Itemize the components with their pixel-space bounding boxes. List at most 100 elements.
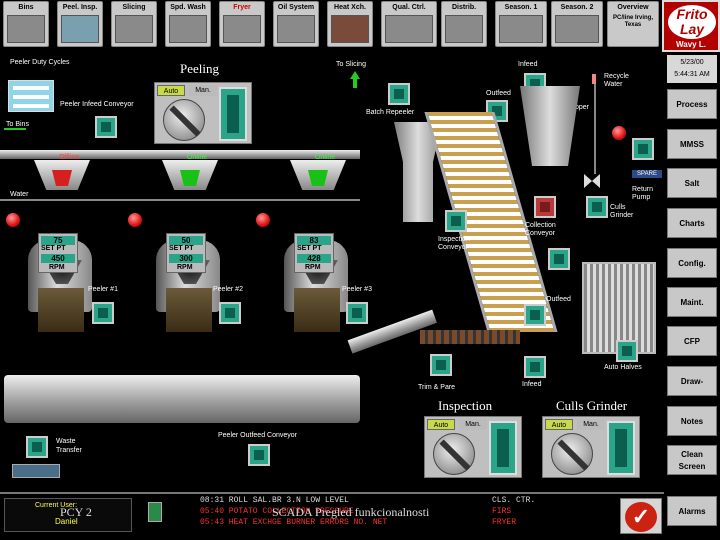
inspection-start-button[interactable]: [489, 421, 517, 475]
nav-season-1-button[interactable]: Season. 1: [495, 1, 547, 47]
bins-thumbnail: [7, 15, 45, 43]
nav-bins-button[interactable]: Bins: [3, 1, 49, 47]
nav-heat-xch-button[interactable]: Heat Xch.: [327, 1, 373, 47]
valve-indicator[interactable]: [128, 213, 142, 227]
return-pump-label: Return Pump: [632, 186, 654, 201]
valve-indicator[interactable]: [6, 213, 20, 227]
peeler-2-label: Peeler #2: [213, 286, 243, 293]
logo-line1: Frito: [676, 6, 708, 22]
batch-repeeler-button[interactable]: [388, 83, 410, 105]
recycle-pipe: [594, 84, 596, 174]
peeler-outfeed-button[interactable]: [248, 444, 270, 466]
valve-indicator[interactable]: [256, 213, 270, 227]
peeler-3-label: Peeler #3: [342, 286, 372, 293]
peeler-setpoint-box[interactable]: 50 SET PT 300 RPM: [166, 233, 206, 273]
datetime-display: 5/23/00 5:44:31 AM: [667, 55, 717, 83]
peeler-setpoint-value[interactable]: 75: [41, 236, 75, 245]
trim-pare-button[interactable]: [430, 354, 452, 376]
alarms-button[interactable]: Alarms: [667, 496, 717, 526]
nav-season-2-button[interactable]: Season. 2: [551, 1, 603, 47]
duty-bar: [13, 86, 49, 90]
peeler-2-button[interactable]: [219, 302, 241, 324]
collection-conveyor-button[interactable]: [548, 248, 570, 270]
process-button[interactable]: Process: [667, 89, 717, 119]
batch-repeeler-label: Batch Repeeler: [366, 109, 415, 116]
check-icon: ✓: [625, 502, 657, 532]
peeler-setpoint-value[interactable]: 83: [297, 236, 331, 245]
peeler-setpoint-box[interactable]: 75 SET PT 450 RPM: [38, 233, 78, 273]
nav-qual-ctrl-button[interactable]: Qual. Ctrl.: [381, 1, 437, 47]
nav-fryer-button[interactable]: Fryer: [219, 1, 265, 47]
draw-button[interactable]: Draw-: [667, 366, 717, 396]
duty-cycle-panel[interactable]: [8, 80, 54, 112]
peeler-3-button[interactable]: [346, 302, 368, 324]
peeler-infeed-label: Peeler Infeed Conveyor: [60, 101, 134, 108]
nav-overview-button[interactable]: Overview PC/line Irving, Texas: [607, 1, 659, 47]
collection-conveyor-label: Collection Conveyor: [525, 222, 556, 237]
inspection-auto-man-control[interactable]: Auto Man.: [424, 416, 522, 478]
maint-button[interactable]: Maint.: [667, 287, 717, 317]
culls-grinder-start-button[interactable]: [607, 421, 635, 475]
trim-pare-label: Trim & Pare: [418, 384, 456, 391]
alarm-row-status: FRYER: [492, 518, 517, 527]
culls-grinder-indicator[interactable]: [534, 196, 556, 218]
peeler-rpm-value[interactable]: 300: [169, 254, 203, 263]
cfp-button[interactable]: CFP: [667, 326, 717, 356]
valve-icon[interactable]: [584, 174, 600, 188]
logo-mark: Frito Lay: [668, 5, 716, 39]
manual-button[interactable]: Man.: [459, 419, 487, 430]
peeler-rpm-value[interactable]: 450: [41, 254, 75, 263]
selector-knob[interactable]: [433, 433, 475, 475]
nav-distrib-button[interactable]: Distrib.: [441, 1, 487, 47]
recycle-indicator[interactable]: [612, 126, 626, 140]
nav-label: Heat Xch.: [334, 4, 366, 11]
acknowledge-alarm-button[interactable]: ✓: [620, 498, 662, 534]
inspection-conveyor-button[interactable]: [445, 210, 467, 232]
config-button[interactable]: Config.: [667, 248, 717, 278]
nav-spd-wash-button[interactable]: Spd. Wash: [165, 1, 211, 47]
peeler-3: Online 83 SET PT 428 RPM: [280, 154, 354, 332]
mmss-button[interactable]: MMSS: [667, 129, 717, 159]
qual-thumbnail: [385, 15, 433, 43]
peeling-auto-man-control[interactable]: Auto Man.: [154, 82, 252, 144]
infeed2-button[interactable]: [524, 356, 546, 378]
nav-oil-system-button[interactable]: Oil System: [273, 1, 319, 47]
peeler-basket: [38, 288, 84, 332]
culls-grinder-button[interactable]: [586, 196, 608, 218]
peeler-rpm-value[interactable]: 428: [297, 254, 331, 263]
manual-button[interactable]: Man.: [577, 419, 605, 430]
auto-button[interactable]: Auto: [157, 85, 185, 96]
nav-label: Spd. Wash: [170, 4, 206, 11]
selector-knob[interactable]: [551, 433, 593, 475]
peeler-setpoint-box[interactable]: 83 SET PT 428 RPM: [294, 233, 334, 273]
nav-peel-insp-button[interactable]: Peel. Insp.: [57, 1, 103, 47]
charts-button[interactable]: Charts: [667, 208, 717, 238]
waste-transfer-button[interactable]: [26, 436, 48, 458]
nav-label: Qual. Ctrl.: [392, 4, 426, 11]
peeler-infeed-button[interactable]: [95, 116, 117, 138]
culls-grinder-auto-man-control[interactable]: Auto Man.: [542, 416, 640, 478]
alarm-row-text[interactable]: 08:31 ROLL SAL.BR 3.N LOW LEVEL: [200, 496, 349, 505]
nav-label: Season. 2: [560, 4, 594, 11]
salt-button[interactable]: Salt: [667, 168, 717, 198]
auto-button[interactable]: Auto: [545, 419, 573, 430]
user-icon[interactable]: [148, 502, 162, 522]
peeling-start-button[interactable]: [219, 87, 247, 141]
peeler-1-button[interactable]: [92, 302, 114, 324]
inspection-conveyor-label: Inspection Conveyor: [438, 236, 470, 251]
outfeed2-button[interactable]: [524, 304, 546, 326]
manual-button[interactable]: Man.: [189, 85, 217, 96]
auto-halves-button[interactable]: [616, 340, 638, 362]
clean-screen-button[interactable]: Clean Screen: [667, 445, 717, 475]
notes-button[interactable]: Notes: [667, 406, 717, 436]
rpm-label: RPM: [305, 264, 321, 271]
logo-subtitle: Wavy L.: [676, 40, 706, 49]
nav-slicing-button[interactable]: Slicing: [111, 1, 157, 47]
peeler-setpoint-value[interactable]: 50: [169, 236, 203, 245]
oil-thumbnail: [277, 15, 315, 43]
return-pump-button[interactable]: [632, 138, 654, 160]
auto-button[interactable]: Auto: [427, 419, 455, 430]
selector-knob[interactable]: [163, 99, 205, 141]
peeler-2: Online 50 SET PT 300 RPM: [152, 154, 226, 332]
infeed2-label: Infeed: [522, 381, 542, 388]
